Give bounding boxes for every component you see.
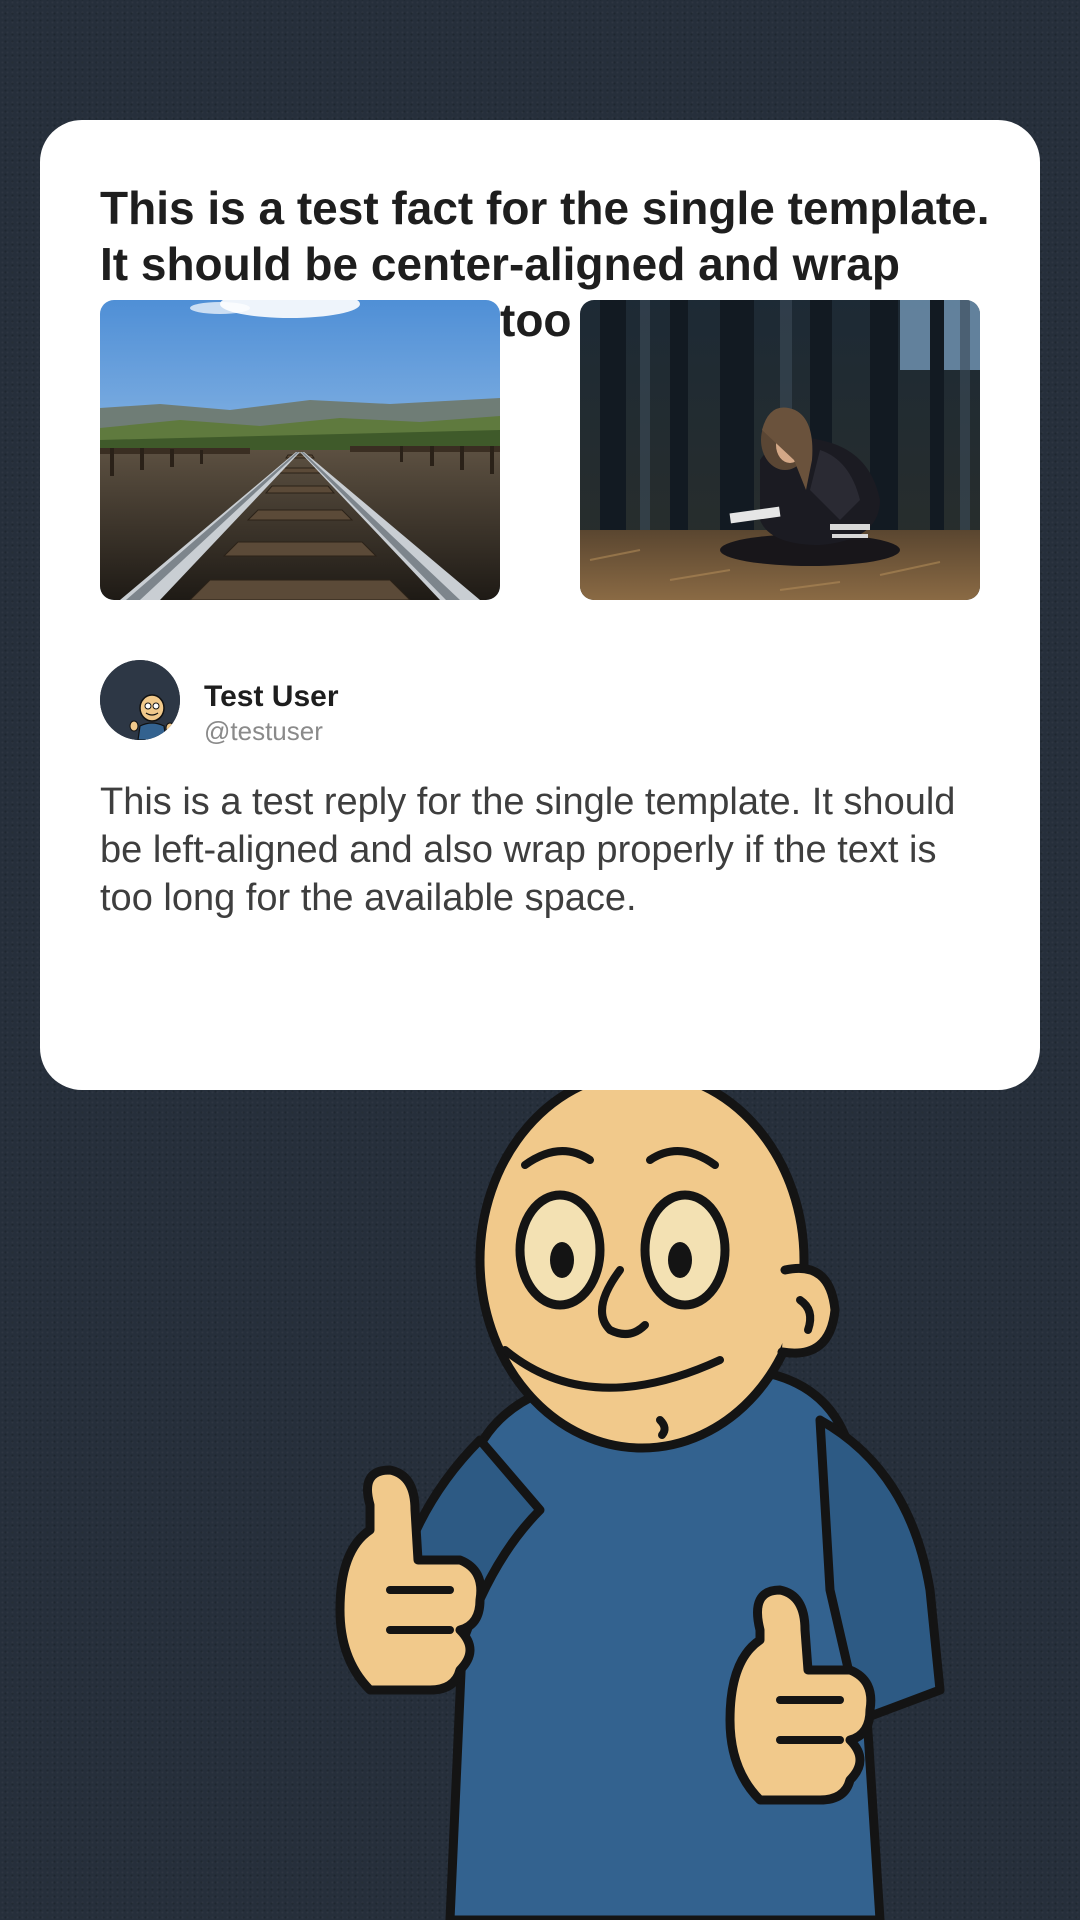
user-avatar[interactable] [100, 660, 180, 740]
reply-text: This is a test reply for the single temp… [100, 781, 956, 919]
fact-title-line-2: It should be center-aligned and wrap [100, 238, 900, 290]
railroad-tracks-image [100, 300, 500, 600]
reply-user-name[interactable]: Test User [204, 680, 339, 714]
person-reading-forest-image [580, 300, 980, 600]
fact-title-line-1: This is a test fact for the single templ… [100, 182, 990, 234]
thumbs-up-mascot-icon [330, 1090, 990, 1920]
thumbs-up-mascot-avatar-icon [100, 660, 180, 740]
reply-user-handle[interactable]: @testuser [204, 716, 323, 746]
fact-card: This is a test fact for the single templ… [40, 120, 1040, 1090]
